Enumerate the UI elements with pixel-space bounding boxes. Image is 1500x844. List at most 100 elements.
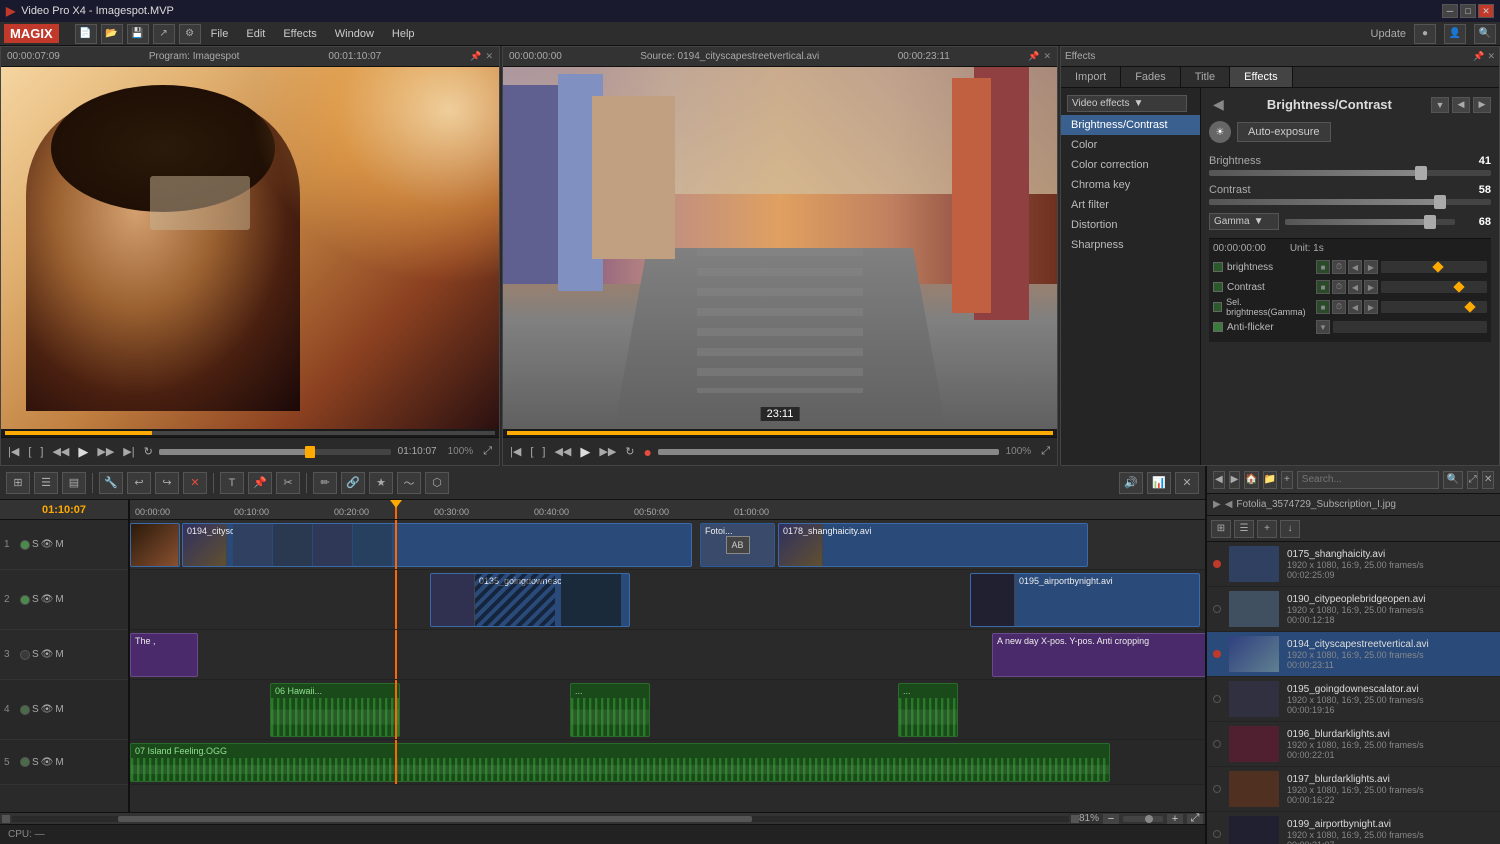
gamma-dropdown[interactable]: Gamma ▼ (1209, 213, 1279, 230)
effect-distortion[interactable]: Distortion (1061, 215, 1200, 235)
track-2-solo[interactable]: 👁 (41, 594, 54, 605)
step-fwd-btn[interactable]: ] (37, 446, 46, 458)
play-btn[interactable]: ▶ (75, 444, 91, 460)
media-item-0199[interactable]: 0199_airportbynight.avi 1920 x 1080, 16:… (1207, 812, 1500, 844)
kf-check-antiflicker[interactable] (1213, 322, 1223, 332)
menu-file[interactable]: File (203, 26, 237, 42)
media-item-0190[interactable]: 0190_citypeoplebridgeopen.avi 1920 x 108… (1207, 587, 1500, 632)
kf-check-gamma[interactable] (1213, 302, 1222, 312)
tab-effects[interactable]: Effects (1230, 67, 1292, 87)
tl-effects-btn[interactable]: ★ (369, 472, 393, 494)
track-1-clip-2[interactable]: 0194_cityscapestreetvertical.avi (182, 523, 692, 567)
track-1-clip-ab[interactable]: AB Fotoi... (700, 523, 775, 567)
effect-brightness-contrast[interactable]: Brightness/Contrast (1061, 115, 1200, 135)
media-item-0194[interactable]: 0194_cityscapestreetvertical.avi 1920 x … (1207, 632, 1500, 677)
tl-snap-btn[interactable]: 🔧 (99, 472, 123, 494)
zoom-in-btn[interactable]: + (1167, 814, 1183, 824)
track-5-solo[interactable]: 👁 (41, 757, 54, 768)
tab-title[interactable]: Title (1181, 67, 1230, 87)
next-frame-btn[interactable]: ▶▶ (94, 445, 117, 458)
kf-anim-btn-b[interactable]: ⏱ (1332, 260, 1346, 274)
track-3-lock[interactable]: S (32, 649, 39, 660)
track-2-lock[interactable]: S (32, 594, 39, 605)
search-icon2[interactable]: 🔍 (1474, 24, 1496, 44)
r-step-fwd-btn[interactable]: ] (539, 446, 548, 458)
kf-nav-prev-c[interactable]: ◀ (1348, 280, 1362, 294)
r-full-screen-btn[interactable]: ⤢ (1038, 445, 1053, 458)
effects-nav-left[interactable]: ◀ (1209, 96, 1228, 113)
track-3-solo[interactable]: 👁 (41, 649, 54, 660)
track-3-mute[interactable]: M (55, 649, 63, 660)
save-button[interactable]: 💾 (127, 24, 149, 44)
track-1-clip-1[interactable] (130, 523, 180, 567)
effect-sharpness[interactable]: Sharpness (1061, 235, 1200, 255)
track-1-clip-3[interactable]: 0178_shanghaicity.avi (778, 523, 1088, 567)
media-expand-btn[interactable]: ⤢ (1467, 471, 1479, 489)
zoom-out-btn[interactable]: − (1103, 814, 1119, 824)
media-home-btn[interactable]: 🏠 (1244, 471, 1258, 489)
preview-left-close[interactable]: ✕ (485, 51, 493, 62)
kf-nav-next-b[interactable]: ▶ (1364, 260, 1378, 274)
media-back-btn[interactable]: ◀ (1213, 471, 1225, 489)
audio-clip-1[interactable]: 06 Hawaii... (270, 683, 400, 737)
tl-undo-btn[interactable]: ↩ (127, 472, 151, 494)
effects-panel-pin[interactable]: 📌 (1473, 51, 1484, 62)
full-screen-btn[interactable]: ⤢ (480, 445, 495, 458)
media-tb-4[interactable]: ↓ (1280, 520, 1300, 538)
step-back-btn[interactable]: [ (25, 446, 34, 458)
effect-color-correction[interactable]: Color correction (1061, 155, 1200, 175)
track-5-mute[interactable]: M (55, 757, 63, 768)
preview-left-pin[interactable]: 📌 (470, 51, 481, 62)
track-5-lock[interactable]: S (32, 757, 39, 768)
tl-morph-btn[interactable]: ⬡ (425, 472, 449, 494)
gamma-slider[interactable] (1285, 219, 1455, 225)
track-4-mute[interactable]: M (55, 704, 63, 715)
brightness-slider[interactable] (1209, 170, 1491, 176)
tl-pen-btn[interactable]: ✏ (313, 472, 337, 494)
media-import-btn[interactable]: + (1281, 471, 1293, 489)
open-button[interactable]: 📂 (101, 24, 123, 44)
r-loop-btn[interactable]: ↻ (622, 445, 637, 458)
track-2-mute[interactable]: M (55, 594, 63, 605)
kf-anim-btn-c[interactable]: ⏱ (1332, 280, 1346, 294)
prev-frame-btn[interactable]: ◀◀ (49, 445, 72, 458)
kf-check-contrast[interactable] (1213, 282, 1223, 292)
menu-help[interactable]: Help (384, 26, 423, 42)
audio-clip-3[interactable]: ... (898, 683, 958, 737)
tl-wave-btn[interactable]: 〜 (397, 472, 421, 494)
r-go-to-start-btn[interactable]: |◀ (507, 445, 524, 458)
track-1-lock[interactable]: S (32, 539, 39, 550)
r-play-btn[interactable]: ▶ (577, 444, 593, 460)
track-4-vis[interactable] (20, 705, 30, 715)
tl-text-btn[interactable]: T (220, 472, 244, 494)
new-button[interactable]: 📄 (75, 24, 97, 44)
text-clip-2[interactable]: A new day X-pos. Y-pos. Anti cropping (992, 633, 1205, 677)
tl-list-btn[interactable]: ☰ (34, 472, 58, 494)
effects-prev-btn[interactable]: ◀ (1452, 97, 1470, 113)
kf-color-btn-g[interactable]: ■ (1316, 300, 1330, 314)
effect-art-filter[interactable]: Art filter (1061, 195, 1200, 215)
track-2-clip-2[interactable]: 0195_airportbynight.avi (970, 573, 1200, 627)
right-progress-bar[interactable] (658, 449, 999, 455)
r-prev-frame-btn[interactable]: ◀◀ (551, 445, 574, 458)
track-5-vis[interactable] (20, 757, 30, 767)
media-search-btn[interactable]: 🔍 (1443, 471, 1463, 489)
track-4-lock[interactable]: S (32, 704, 39, 715)
kf-nav-next-c[interactable]: ▶ (1364, 280, 1378, 294)
media-item-0175[interactable]: 0175_shanghaicity.avi 1920 x 1080, 16:9,… (1207, 542, 1500, 587)
preview-right-close[interactable]: ✕ (1043, 51, 1051, 62)
media-tb-1[interactable]: ⊞ (1211, 520, 1231, 538)
media-folder-btn[interactable]: 📁 (1263, 471, 1277, 489)
media-search-input[interactable] (1297, 471, 1439, 489)
r-next-frame-btn[interactable]: ▶▶ (596, 445, 619, 458)
track-1-mute[interactable]: M (55, 539, 63, 550)
settings-button[interactable]: ⚙ (179, 24, 201, 44)
media-tb-2[interactable]: ☰ (1234, 520, 1254, 538)
media-close-btn[interactable]: ✕ (1482, 471, 1494, 489)
kf-anim-btn-g[interactable]: ⏱ (1332, 300, 1346, 314)
media-item-0195[interactable]: 0195_goingdownescalator.avi 1920 x 1080,… (1207, 677, 1500, 722)
track-1-solo[interactable]: 👁 (41, 539, 54, 550)
r-step-back-btn[interactable]: [ (527, 446, 536, 458)
tl-redo-btn[interactable]: ↪ (155, 472, 179, 494)
effect-chroma-key[interactable]: Chroma key (1061, 175, 1200, 195)
